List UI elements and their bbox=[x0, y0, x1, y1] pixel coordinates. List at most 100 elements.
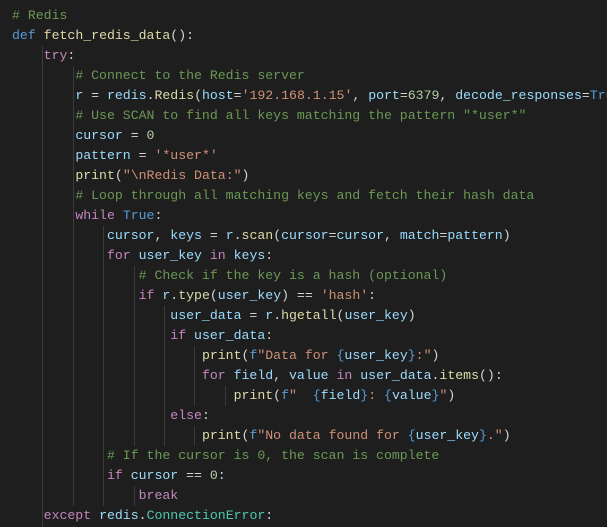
code-line[interactable]: user_data = r.hgetall(user_key) bbox=[12, 306, 607, 326]
code-token: fetch_redis_data bbox=[44, 28, 171, 43]
indent-guide bbox=[42, 426, 43, 446]
indent-guide bbox=[73, 206, 74, 226]
code-token: cursor bbox=[281, 228, 328, 243]
indent-guide bbox=[103, 326, 104, 346]
code-token bbox=[186, 328, 194, 343]
indent-whitespace bbox=[12, 428, 202, 443]
indent-whitespace bbox=[12, 408, 170, 423]
code-line[interactable]: print(f"Data for {user_key}:") bbox=[12, 346, 607, 366]
code-line[interactable]: for user_key in keys: bbox=[12, 246, 607, 266]
indent-guide bbox=[42, 306, 43, 326]
code-token: ( bbox=[194, 88, 202, 103]
code-token: "Data for bbox=[257, 348, 336, 363]
indent-guide bbox=[73, 346, 74, 366]
indent-whitespace bbox=[12, 48, 44, 63]
code-line[interactable]: r = redis.Redis(host='192.168.1.15', por… bbox=[12, 86, 607, 106]
code-token: host bbox=[202, 88, 234, 103]
indent-guide bbox=[73, 146, 74, 166]
code-line[interactable]: # Loop through all matching keys and fet… bbox=[12, 186, 607, 206]
indent-guide bbox=[42, 486, 43, 506]
code-token: "No data found for bbox=[257, 428, 407, 443]
indent-guide bbox=[194, 426, 195, 446]
code-token: : bbox=[265, 328, 273, 343]
code-token: # Redis bbox=[12, 8, 67, 23]
indent-guide bbox=[134, 406, 135, 426]
indent-guide bbox=[134, 486, 135, 506]
code-token: user_key bbox=[344, 348, 407, 363]
code-line[interactable]: # Use SCAN to find all keys matching the… bbox=[12, 106, 607, 126]
indent-guide bbox=[103, 226, 104, 246]
indent-guide bbox=[73, 86, 74, 106]
code-token: = bbox=[582, 88, 590, 103]
code-line[interactable]: print(f" {field}: {value}") bbox=[12, 386, 607, 406]
code-line[interactable]: # Redis bbox=[12, 6, 607, 26]
indent-guide bbox=[134, 426, 135, 446]
indent-guide bbox=[42, 166, 43, 186]
code-line[interactable]: cursor = 0 bbox=[12, 126, 607, 146]
code-token: True bbox=[590, 88, 607, 103]
code-line[interactable]: except redis.ConnectionError: bbox=[12, 506, 607, 526]
indent-whitespace bbox=[12, 168, 75, 183]
code-line[interactable]: # Check if the key is a hash (optional) bbox=[12, 266, 607, 286]
indent-guide bbox=[194, 386, 195, 406]
code-line[interactable]: if r.type(user_key) == 'hash': bbox=[12, 286, 607, 306]
code-editor[interactable]: # Redisdef fetch_redis_data(): try: # Co… bbox=[0, 0, 607, 527]
code-line[interactable]: cursor, keys = r.scan(cursor=cursor, mat… bbox=[12, 226, 607, 246]
code-token: in bbox=[337, 368, 353, 383]
indent-guide bbox=[42, 466, 43, 486]
code-token: value bbox=[392, 388, 432, 403]
code-token: . bbox=[139, 508, 147, 523]
code-line[interactable]: while True: bbox=[12, 206, 607, 226]
code-token: user_key bbox=[218, 288, 281, 303]
code-token: # Loop through all matching keys and fet… bbox=[75, 188, 534, 203]
code-token: print bbox=[202, 428, 242, 443]
indent-guide bbox=[42, 146, 43, 166]
indent-whitespace bbox=[12, 208, 75, 223]
code-token: } bbox=[479, 428, 487, 443]
code-token: 0 bbox=[210, 468, 218, 483]
code-token: ( bbox=[115, 168, 123, 183]
code-token: , bbox=[352, 88, 368, 103]
code-line[interactable]: if user_data: bbox=[12, 326, 607, 346]
code-line[interactable]: print("\nRedis Data:") bbox=[12, 166, 607, 186]
code-line[interactable]: break bbox=[12, 486, 607, 506]
code-line[interactable]: else: bbox=[12, 406, 607, 426]
code-token: def bbox=[12, 28, 36, 43]
indent-whitespace bbox=[12, 308, 170, 323]
code-token: , bbox=[439, 88, 455, 103]
indent-guide bbox=[73, 186, 74, 206]
code-token bbox=[115, 208, 123, 223]
indent-guide bbox=[73, 466, 74, 486]
code-token: :" bbox=[416, 348, 432, 363]
indent-guide bbox=[42, 66, 43, 86]
indent-whitespace bbox=[12, 88, 75, 103]
code-token: user_data bbox=[194, 328, 265, 343]
code-line[interactable]: for field, value in user_data.items(): bbox=[12, 366, 607, 386]
indent-guide bbox=[134, 366, 135, 386]
indent-guide bbox=[164, 386, 165, 406]
code-line[interactable]: pattern = '*user*' bbox=[12, 146, 607, 166]
code-token: # Check if the key is a hash (optional) bbox=[139, 268, 448, 283]
code-token: try bbox=[44, 48, 68, 63]
code-token bbox=[226, 368, 234, 383]
code-token: '*user*' bbox=[154, 148, 217, 163]
code-token: r bbox=[226, 228, 234, 243]
code-line[interactable]: try: bbox=[12, 46, 607, 66]
code-token: break bbox=[139, 488, 179, 503]
code-token: ) bbox=[408, 308, 416, 323]
indent-guide bbox=[164, 426, 165, 446]
indent-whitespace bbox=[12, 248, 107, 263]
code-line[interactable]: # Connect to the Redis server bbox=[12, 66, 607, 86]
code-token: pattern bbox=[75, 148, 130, 163]
indent-guide bbox=[103, 426, 104, 446]
indent-guide bbox=[73, 126, 74, 146]
code-token: , bbox=[154, 228, 170, 243]
code-token: cursor bbox=[131, 468, 178, 483]
code-line[interactable]: def fetch_redis_data(): bbox=[12, 26, 607, 46]
code-line[interactable]: # If the cursor is 0, the scan is comple… bbox=[12, 446, 607, 466]
code-token: { bbox=[408, 428, 416, 443]
indent-guide bbox=[73, 166, 74, 186]
code-line[interactable]: if cursor == 0: bbox=[12, 466, 607, 486]
code-line[interactable]: print(f"No data found for {user_key}.") bbox=[12, 426, 607, 446]
indent-whitespace bbox=[12, 348, 202, 363]
